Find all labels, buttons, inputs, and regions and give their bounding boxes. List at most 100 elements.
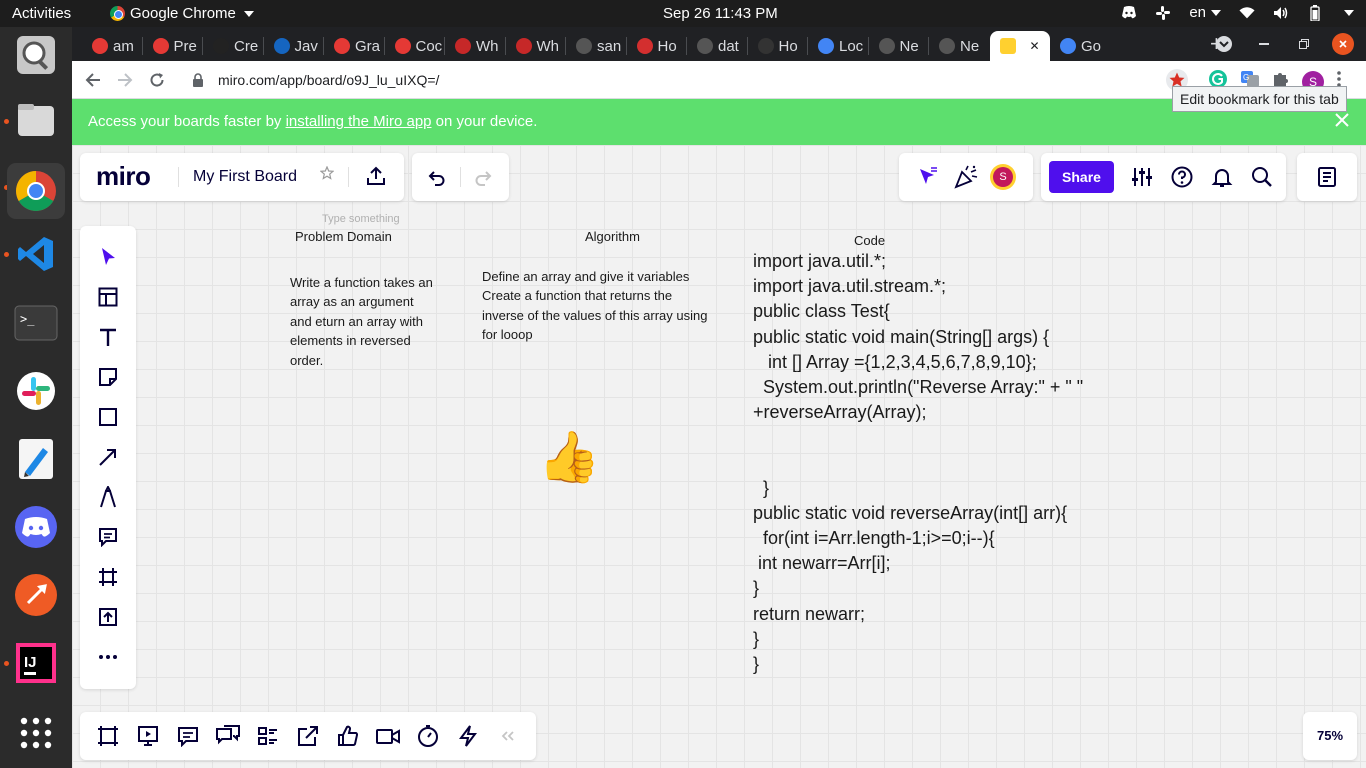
battery-icon[interactable] — [1307, 4, 1323, 21]
sticky-note-tool[interactable] — [96, 365, 120, 389]
dock-text-editor[interactable] — [14, 437, 58, 481]
dock-vscode[interactable] — [14, 232, 58, 276]
heading-problem-domain[interactable]: Problem Domain — [295, 229, 392, 244]
frames-button[interactable] — [96, 724, 120, 748]
algorithm-text[interactable]: Define an array and give it variables Cr… — [482, 269, 707, 347]
celebrate-button[interactable] — [953, 164, 979, 195]
notes-button[interactable] — [1316, 166, 1338, 193]
close-tab-icon[interactable]: ✕ — [1030, 39, 1040, 53]
install-app-link[interactable]: installing the Miro app — [286, 113, 432, 130]
tab-strip: am Pre Cre Jav Gra Coc Wh Wh san Ho dat Ho Loc Ne Ne ✕ G… — [72, 27, 1366, 61]
browser-tab[interactable]: san — [566, 31, 624, 61]
address-bar[interactable]: miro.com/app/board/o9J_lu_uIXQ=/ — [180, 65, 1200, 95]
comments-button[interactable] — [176, 724, 200, 748]
tab-search-button[interactable] — [1204, 35, 1244, 53]
browser-tab[interactable]: ✕ — [989, 31, 1050, 61]
zoom-control[interactable]: 75% — [1303, 712, 1357, 760]
browser-tab[interactable]: Ho — [748, 31, 806, 61]
board-settings-button[interactable] — [1131, 166, 1153, 193]
dock-terminal[interactable]: >_ — [14, 301, 58, 345]
bring-everyone-button[interactable] — [915, 165, 939, 194]
power-menu[interactable] — [1341, 9, 1354, 16]
browser-tab[interactable]: Pre — [143, 31, 201, 61]
browser-tab[interactable]: Ne — [929, 31, 987, 61]
board-name[interactable]: My First Board — [193, 168, 297, 186]
cards-button[interactable] — [256, 724, 280, 748]
redo-button[interactable] — [474, 167, 494, 192]
banner-close-button[interactable] — [1334, 111, 1350, 134]
dock-slack[interactable] — [14, 369, 58, 413]
volume-icon[interactable] — [1273, 5, 1289, 21]
notifications-button[interactable] — [1211, 166, 1233, 193]
help-button[interactable] — [1171, 166, 1193, 193]
browser-tab[interactable]: Ne — [869, 31, 927, 61]
clock[interactable]: Sep 26 11:43 PM — [663, 5, 778, 22]
browser-tab[interactable]: Cre — [203, 31, 261, 61]
share-button[interactable]: Share — [1049, 161, 1114, 193]
wifi-icon[interactable] — [1239, 5, 1255, 21]
dock-intellij[interactable]: IJ — [14, 641, 58, 685]
tab-favicon-icon — [334, 38, 350, 54]
heading-code[interactable]: Code — [854, 233, 885, 248]
collapse-toolbar-button[interactable] — [496, 724, 520, 748]
browser-tab[interactable]: Ho — [627, 31, 685, 61]
shape-tool[interactable] — [96, 405, 120, 429]
dock-postman[interactable] — [14, 573, 58, 617]
language-indicator[interactable]: en — [1189, 4, 1221, 21]
timer-button[interactable] — [416, 724, 440, 748]
problem-domain-text[interactable]: Write a function takes an array as an ar… — [290, 275, 433, 372]
browser-tab[interactable]: Coc — [385, 31, 443, 61]
show-applications-button[interactable] — [14, 711, 58, 755]
search-button[interactable] — [1251, 166, 1273, 193]
templates-tool[interactable] — [96, 285, 120, 309]
more-tools-button[interactable] — [96, 645, 120, 669]
party-popper-icon — [954, 165, 978, 189]
text-placeholder[interactable]: Type something — [322, 213, 400, 225]
back-button[interactable] — [82, 69, 104, 91]
star-board-button[interactable] — [319, 165, 335, 185]
user-avatar[interactable]: S — [990, 164, 1016, 190]
upload-tool[interactable] — [96, 605, 120, 629]
dock-files[interactable] — [14, 98, 58, 142]
minimize-button[interactable] — [1244, 43, 1284, 45]
power-ups-button[interactable] — [456, 724, 480, 748]
undo-button[interactable] — [426, 167, 446, 192]
browser-tab[interactable]: Loc — [808, 31, 866, 61]
close-window-button[interactable] — [1332, 33, 1354, 55]
browser-tab[interactable]: Wh — [506, 31, 564, 61]
frame-tool[interactable] — [96, 565, 120, 589]
video-chat-button[interactable] — [376, 724, 400, 748]
chat-button[interactable] — [216, 724, 240, 748]
browser-tab[interactable]: am — [82, 31, 140, 61]
presentation-button[interactable] — [136, 724, 160, 748]
pen-tool[interactable] — [96, 485, 120, 509]
dock-search-app[interactable] — [14, 33, 58, 77]
slack-tray-icon[interactable] — [1155, 5, 1171, 21]
system-tray[interactable]: en — [1121, 4, 1354, 21]
browser-tab[interactable]: Wh — [445, 31, 503, 61]
app-menu[interactable]: Google Chrome — [110, 5, 254, 22]
dock-chrome[interactable] — [7, 163, 65, 219]
select-tool[interactable] — [96, 245, 120, 269]
dock-discord[interactable] — [14, 505, 58, 549]
board-canvas[interactable] — [72, 145, 1366, 768]
thumbs-up-emoji[interactable]: 👍 — [538, 427, 600, 487]
reload-button[interactable] — [146, 69, 168, 91]
restore-button[interactable] — [1284, 39, 1324, 49]
connection-line-tool[interactable] — [96, 445, 120, 469]
activities-button[interactable]: Activities — [12, 5, 71, 22]
embed-button[interactable] — [296, 724, 320, 748]
forward-button[interactable] — [114, 69, 136, 91]
browser-tab[interactable]: Gra — [324, 31, 382, 61]
browser-tab[interactable]: dat — [687, 31, 745, 61]
export-button[interactable] — [366, 166, 386, 191]
browser-tab[interactable]: Jav — [264, 31, 322, 61]
miro-logo[interactable]: miro — [96, 161, 151, 192]
heading-algorithm[interactable]: Algorithm — [585, 229, 640, 244]
code-text[interactable]: import java.util.*; import java.util.str… — [753, 251, 1083, 679]
text-tool[interactable] — [96, 325, 120, 349]
reactions-button[interactable] — [336, 724, 360, 748]
browser-tab[interactable]: Go — [1050, 31, 1108, 61]
discord-tray-icon[interactable] — [1121, 5, 1137, 21]
comment-tool[interactable] — [96, 525, 120, 549]
